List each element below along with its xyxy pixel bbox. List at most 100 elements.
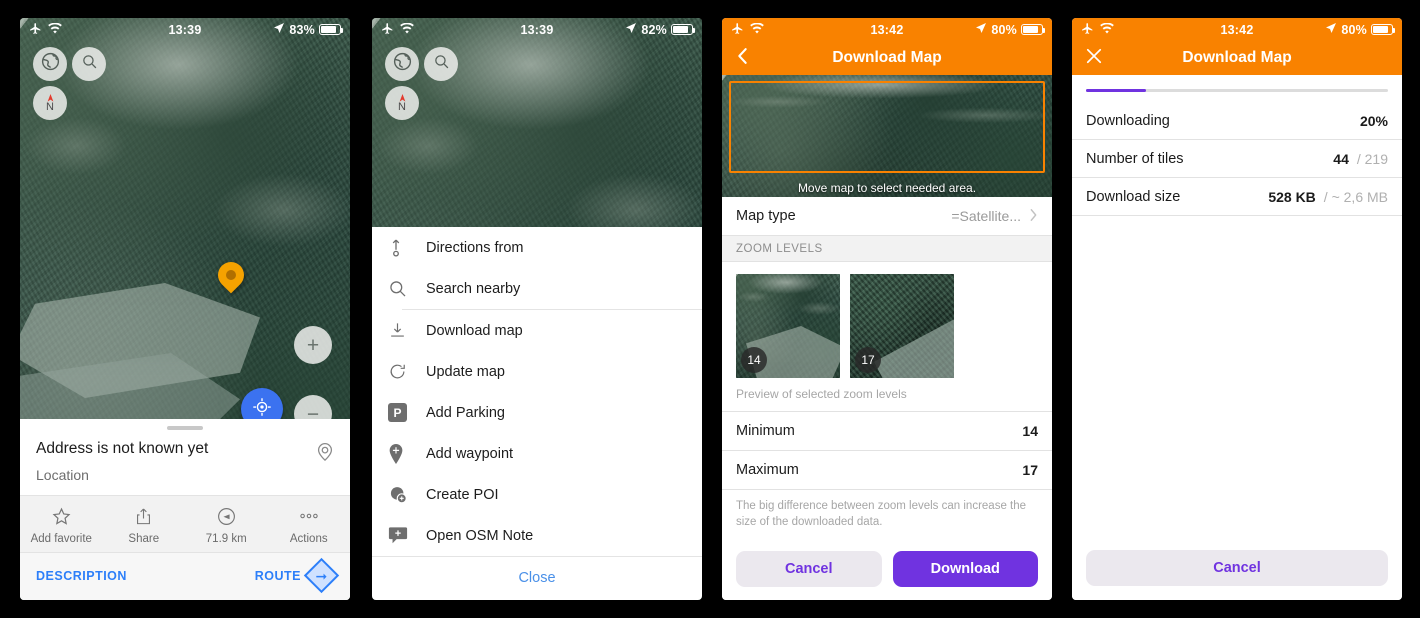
- status-left-icons: [731, 22, 764, 38]
- satellite-map-canvas[interactable]: 13:39 83% N + − Address is not known yet…: [20, 18, 350, 600]
- battery-icon: [319, 24, 344, 35]
- waypoint-pin-icon: [388, 443, 426, 464]
- action-more[interactable]: Actions: [268, 505, 351, 545]
- status-right-icons: 83%: [273, 22, 344, 37]
- status-battery-label: 80%: [1341, 22, 1367, 37]
- compass-label: N: [46, 100, 54, 113]
- menu-item-update-map[interactable]: Update map: [372, 351, 702, 392]
- place-title: Address is not known yet: [36, 440, 209, 457]
- menu-item-directions-from[interactable]: Directions from: [372, 227, 702, 268]
- menu-item-label: Download map: [426, 322, 523, 339]
- setup-button-bar: Cancel Download: [722, 540, 1052, 600]
- nav-title: Download Map: [832, 49, 942, 66]
- tiles-count-value: 44: [1333, 150, 1349, 167]
- compass-button[interactable]: N: [385, 86, 419, 120]
- action-distance[interactable]: 71.9 km: [185, 505, 268, 545]
- status-right-icons: 82%: [625, 22, 696, 37]
- menu-item-label: Update map: [426, 363, 505, 380]
- map-pin-icon[interactable]: [212, 256, 250, 294]
- minimum-zoom-row[interactable]: Minimum 14: [722, 412, 1052, 451]
- maximum-value-wrap: 17: [1022, 462, 1038, 478]
- area-select-map[interactable]: Move map to select needed area.: [722, 75, 1052, 197]
- menu-item-create-poi[interactable]: Create POI: [372, 474, 702, 515]
- globe-layers-icon: [392, 51, 413, 77]
- star-icon: [51, 505, 72, 527]
- tiles-count-value-wrap: 44 / 219: [1333, 151, 1388, 167]
- chevron-left-icon: [734, 45, 751, 72]
- cancel-button[interactable]: Cancel: [1086, 550, 1388, 586]
- action-add-favorite[interactable]: Add favorite: [20, 505, 103, 545]
- phone-screen-menu: 13:39 82% N Directions from Search nearb…: [372, 18, 702, 600]
- progress-bar-wrap: [1072, 75, 1402, 102]
- close-x-icon: [1084, 46, 1104, 71]
- close-menu-button[interactable]: Close: [372, 556, 702, 600]
- status-battery-label: 80%: [991, 22, 1017, 37]
- downloading-value-wrap: 20%: [1360, 113, 1388, 129]
- search-icon: [433, 53, 450, 75]
- satellite-map-canvas[interactable]: 13:39 82% N Directions from Search nearb…: [372, 18, 702, 600]
- menu-item-label: Open OSM Note: [426, 527, 534, 544]
- status-left-icons: [29, 22, 62, 38]
- context-action-menu: Directions from Search nearby Download m…: [372, 227, 702, 600]
- downloading-value: 20%: [1359, 112, 1388, 129]
- tiles-caption: Preview of selected zoom levels: [722, 378, 1052, 412]
- layers-button[interactable]: [385, 47, 419, 81]
- search-button[interactable]: [424, 47, 458, 81]
- selection-rectangle[interactable]: [729, 81, 1045, 173]
- plus-icon: +: [306, 333, 320, 357]
- route-button[interactable]: ROUTE ➞: [254, 557, 340, 594]
- zoom-tile[interactable]: 14: [736, 274, 840, 378]
- download-size-row: Download size 528 KB / ~ 2,6 MB: [1072, 178, 1402, 216]
- menu-item-add-parking[interactable]: P Add Parking: [372, 392, 702, 433]
- search-button[interactable]: [72, 47, 106, 81]
- screenshot-stage: 13:39 83% N + − Address is not known yet…: [0, 0, 1420, 618]
- description-button[interactable]: DESCRIPTION: [36, 569, 127, 583]
- target-pin-icon[interactable]: [314, 440, 336, 462]
- status-bar: 13:39 82%: [372, 18, 702, 41]
- wifi-icon: [1100, 22, 1114, 37]
- menu-item-search-nearby[interactable]: Search nearby: [372, 268, 702, 309]
- nav-bar: Download Map: [1072, 41, 1402, 75]
- menu-item-download-map[interactable]: Download map: [372, 310, 702, 351]
- globe-layers-icon: [40, 51, 61, 77]
- menu-item-label: Search nearby: [426, 280, 521, 297]
- zoom-tile[interactable]: 17: [850, 274, 954, 378]
- menu-item-open-osm-note[interactable]: Open OSM Note: [372, 515, 702, 556]
- zoom-tile-badge: 14: [741, 347, 767, 373]
- tiles-count-total: / 219: [1356, 150, 1388, 167]
- menu-item-label: Create POI: [426, 486, 499, 503]
- action-label: 71.9 km: [205, 533, 247, 545]
- status-battery-label: 83%: [289, 22, 315, 37]
- phone-screen-download-setup: 13:42 80% Download Map Move map to selec…: [722, 18, 1052, 600]
- menu-item-label: Add Parking: [426, 404, 505, 421]
- tile-field: [874, 310, 954, 378]
- status-bar: 13:42 80%: [1072, 18, 1402, 41]
- back-button[interactable]: [734, 41, 751, 75]
- place-bottom-sheet: Address is not known yet Location Add fa…: [20, 419, 350, 600]
- layers-button[interactable]: [33, 47, 67, 81]
- chevron-right-icon: [1029, 208, 1038, 225]
- airplane-icon: [731, 22, 744, 38]
- map-type-row[interactable]: Map type =Satellite...: [722, 197, 1052, 236]
- zoom-tile-badge: 17: [855, 347, 881, 373]
- close-button[interactable]: [1084, 41, 1104, 75]
- compass-label: N: [398, 100, 406, 113]
- download-button[interactable]: Download: [892, 551, 1038, 588]
- status-right-icons: 80%: [1325, 22, 1396, 37]
- more-dots-icon: [297, 505, 321, 527]
- action-label: Add favorite: [30, 533, 92, 545]
- refresh-icon: [388, 362, 426, 381]
- status-bar: 13:39 83%: [20, 18, 350, 41]
- map-type-value: =Satellite...: [951, 208, 1021, 224]
- content-spacer: [1072, 216, 1402, 539]
- cancel-button[interactable]: Cancel: [736, 551, 882, 588]
- zoom-in-button[interactable]: +: [294, 326, 332, 364]
- menu-item-add-waypoint[interactable]: Add waypoint: [372, 433, 702, 474]
- route-label: ROUTE: [254, 568, 301, 583]
- maximum-zoom-row[interactable]: Maximum 17: [722, 451, 1052, 490]
- minimum-value-wrap: 14: [1022, 423, 1038, 439]
- compass-button[interactable]: N: [33, 86, 67, 120]
- maximum-label: Maximum: [736, 462, 799, 478]
- action-share[interactable]: Share: [103, 505, 186, 545]
- map-type-value-wrap: =Satellite...: [951, 208, 1038, 225]
